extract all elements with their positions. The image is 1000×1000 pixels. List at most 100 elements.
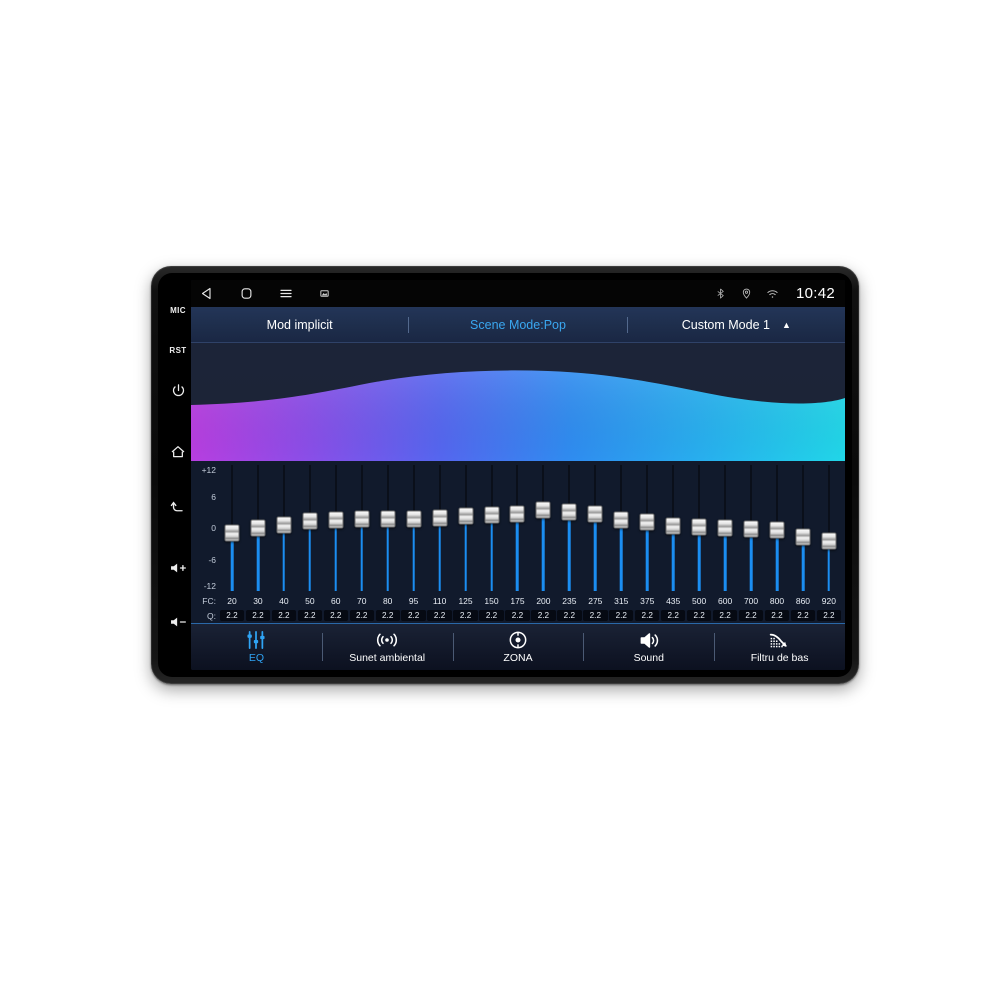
eq-slider-handle[interactable] — [224, 524, 240, 542]
eq-slider-handle[interactable] — [380, 510, 396, 528]
eq-q-value[interactable]: 2.2 — [219, 610, 245, 621]
eq-band-slider[interactable] — [738, 465, 764, 591]
eq-q-value[interactable]: 2.2 — [712, 610, 738, 621]
eq-slider-handle[interactable] — [406, 510, 422, 528]
eq-q-value[interactable]: 2.2 — [816, 610, 842, 621]
eq-band-slider[interactable] — [764, 465, 790, 591]
eq-q-value[interactable]: 2.2 — [583, 610, 608, 621]
caret-up-icon[interactable]: ▲ — [782, 320, 791, 330]
eq-slider-handle[interactable] — [458, 507, 474, 525]
eq-slider-handle[interactable] — [302, 512, 318, 530]
eq-q-value[interactable]: 2.2 — [271, 610, 297, 621]
eq-band-slider[interactable] — [453, 465, 479, 591]
volume-up-icon[interactable] — [161, 548, 195, 588]
eq-slider-handle[interactable] — [432, 509, 448, 526]
nav-tab-zone[interactable]: ZONA — [452, 624, 584, 670]
eq-band-slider[interactable] — [219, 465, 245, 591]
nav-tab-bass-filter-label: Filtru de bas — [750, 652, 809, 664]
eq-slider-handle[interactable] — [795, 528, 811, 546]
eq-slider-handle[interactable] — [561, 503, 577, 521]
eq-q-value[interactable]: 2.2 — [686, 610, 712, 621]
eq-q-value[interactable]: 2.2 — [479, 610, 504, 621]
eq-band-slider[interactable] — [427, 465, 453, 591]
eq-slider-handle[interactable] — [509, 505, 525, 523]
eq-slider-handle[interactable] — [328, 511, 344, 529]
hardware-button-column: MIC RST — [160, 282, 196, 668]
eq-slider-handle[interactable] — [821, 532, 837, 550]
eq-q-value[interactable]: 2.2 — [323, 610, 348, 621]
eq-q-value[interactable]: 2.2 — [505, 610, 530, 621]
eq-band-slider[interactable] — [479, 465, 505, 591]
nav-tab-sound[interactable]: Sound — [583, 624, 714, 670]
eq-q-value[interactable]: 2.2 — [375, 610, 400, 621]
eq-slider-handle[interactable] — [665, 517, 681, 535]
eq-q-value[interactable]: 2.2 — [764, 610, 790, 621]
eq-band-slider[interactable] — [582, 465, 608, 591]
eq-band-slider[interactable] — [608, 465, 634, 591]
eq-band-slider[interactable] — [816, 465, 842, 591]
mode-default-button[interactable]: Mod implicit — [191, 307, 408, 342]
eq-slider-handle[interactable] — [250, 519, 266, 537]
eq-band-slider[interactable] — [349, 465, 375, 591]
eq-q-value[interactable]: 2.2 — [635, 610, 660, 621]
eq-band-slider[interactable] — [790, 465, 816, 591]
eq-slider-handle[interactable] — [639, 513, 655, 531]
eq-band-slider[interactable] — [375, 465, 401, 591]
eq-slider-handle[interactable] — [587, 505, 603, 523]
eq-slider-handle[interactable] — [769, 521, 785, 539]
eq-q-value[interactable]: 2.2 — [531, 610, 556, 621]
eq-slider-handle[interactable] — [613, 511, 629, 529]
eq-slider-handle[interactable] — [535, 501, 551, 519]
back-icon[interactable] — [161, 486, 195, 526]
eq-band-slider[interactable] — [245, 465, 271, 591]
eq-q-value[interactable]: 2.2 — [453, 610, 478, 621]
eq-q-value[interactable]: 2.2 — [661, 610, 686, 621]
back-nav-icon[interactable] — [199, 285, 216, 302]
nav-tab-eq[interactable]: EQ — [191, 624, 322, 670]
mode-scene-button[interactable]: Scene Mode:Pop — [409, 307, 626, 342]
eq-slider-handle[interactable] — [743, 520, 759, 538]
mic-button[interactable]: MIC — [161, 290, 195, 330]
eq-band-slider[interactable] — [556, 465, 582, 591]
eq-curve-sheen — [191, 370, 845, 461]
eq-band-slider[interactable] — [271, 465, 297, 591]
nav-tab-surround-label: Sunet ambiental — [349, 652, 426, 664]
eq-slider-handle[interactable] — [276, 516, 292, 534]
eq-band-slider[interactable] — [530, 465, 556, 591]
eq-q-value[interactable]: 2.2 — [349, 610, 374, 621]
eq-q-value[interactable]: 2.2 — [245, 610, 271, 621]
eq-slider-handle[interactable] — [484, 506, 499, 524]
eq-track-upper — [801, 465, 804, 538]
mode-custom-button[interactable]: Custom Mode 1 ▲ — [628, 307, 845, 342]
eq-slider-handle[interactable] — [717, 519, 733, 537]
recent-apps-nav-icon[interactable] — [316, 285, 333, 302]
eq-band-slider[interactable] — [297, 465, 323, 591]
eq-band-slider[interactable] — [660, 465, 686, 591]
eq-slider-handle[interactable] — [354, 510, 370, 528]
eq-q-value[interactable]: 2.2 — [427, 610, 452, 621]
eq-q-value[interactable]: 2.2 — [738, 610, 764, 621]
home-icon[interactable] — [161, 432, 195, 472]
eq-band-slider[interactable] — [401, 465, 427, 591]
rst-button[interactable]: RST — [161, 330, 195, 370]
nav-tab-surround[interactable]: Sunet ambiental — [321, 624, 453, 670]
eq-band-slider[interactable] — [686, 465, 712, 591]
eq-band-slider[interactable] — [634, 465, 660, 591]
eq-band-slider[interactable] — [712, 465, 738, 591]
eq-q-value[interactable]: 2.2 — [790, 610, 816, 621]
power-icon[interactable] — [161, 370, 195, 410]
eq-track-lower — [490, 515, 493, 591]
eq-q-value[interactable]: 2.2 — [297, 610, 323, 621]
eq-track-lower — [360, 518, 364, 591]
eq-slider-handle[interactable] — [691, 518, 707, 536]
menu-nav-icon[interactable] — [277, 285, 294, 302]
eq-q-value[interactable]: 2.2 — [401, 610, 426, 621]
eq-band-slider[interactable] — [504, 465, 530, 591]
eq-band-slider[interactable] — [323, 465, 349, 591]
home-nav-icon[interactable] — [238, 285, 255, 302]
eq-fc-value: 375 — [640, 595, 655, 606]
eq-q-value[interactable]: 2.2 — [609, 610, 634, 621]
eq-q-value[interactable]: 2.2 — [557, 610, 582, 621]
nav-tab-bass-filter[interactable]: Filtru de bas — [714, 624, 845, 670]
volume-down-icon[interactable] — [161, 602, 195, 642]
